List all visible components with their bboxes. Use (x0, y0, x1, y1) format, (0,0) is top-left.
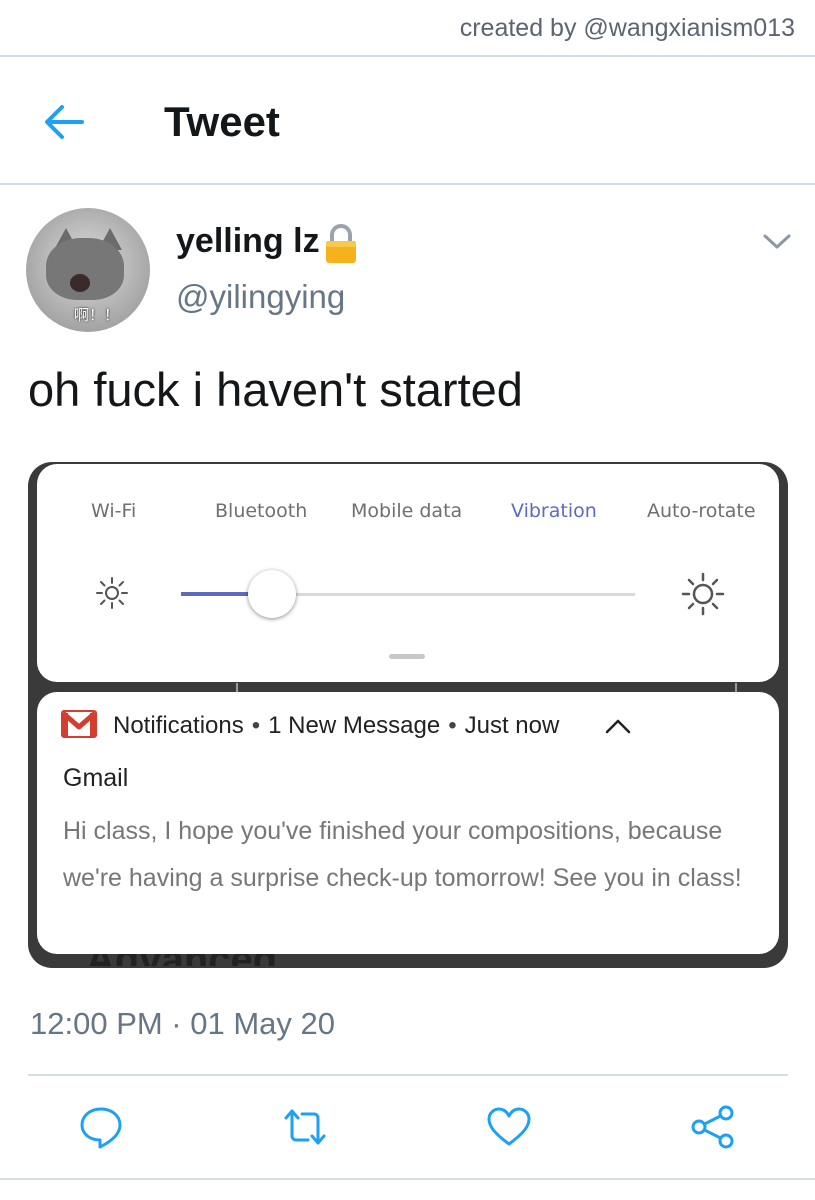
tile-mobile-data: Mobile data (351, 500, 463, 522)
notification-header: Notifications • 1 New Message • Just now (113, 712, 560, 739)
like-icon[interactable] (486, 1104, 532, 1150)
notification-title: Gmail (63, 764, 129, 792)
user-handle[interactable]: @yilingying (176, 278, 345, 316)
bottom-divider (0, 1178, 815, 1180)
brightness-slider-thumb (247, 570, 296, 618)
tile-bluetooth: Bluetooth (215, 500, 308, 522)
chevron-down-icon[interactable] (762, 232, 792, 252)
brightness-high-icon (681, 572, 725, 616)
avatar-caption: 啊！！ (74, 307, 120, 324)
display-name[interactable]: yelling lz (176, 222, 320, 261)
tweet-text: oh fuck i haven't started (28, 363, 523, 416)
tweet-timestamp: 12:00 PM · 01 May 20 (30, 1006, 335, 1041)
tile-auto-rotate: Auto-rotate (647, 500, 756, 522)
brightness-low-icon (96, 577, 128, 609)
retweet-icon[interactable] (282, 1104, 328, 1150)
gmail-icon (61, 710, 97, 738)
actions-divider (28, 1074, 788, 1076)
notification-app: Notifications (113, 712, 244, 739)
chevron-up-icon (605, 719, 631, 734)
share-icon[interactable] (690, 1104, 736, 1150)
panel-drag-handle (389, 654, 425, 659)
notification-body: Hi class, I hope you've finished your co… (63, 817, 742, 892)
notification-time: Just now (464, 712, 560, 739)
avatar[interactable]: 啊！！ (26, 208, 150, 332)
page-title: Tweet (164, 98, 280, 145)
tile-wifi: Wi-Fi (91, 500, 137, 522)
arrow-left-icon[interactable] (44, 104, 84, 140)
reply-icon[interactable] (78, 1104, 124, 1150)
gmail-notification: Notifications • 1 New Message • Just now Gma… (37, 692, 779, 954)
credit-text: created by @wangxianism013 (459, 14, 795, 42)
top-divider (0, 55, 815, 57)
header-divider (0, 183, 815, 185)
tile-vibration: Vibration (511, 500, 597, 522)
lock-icon (326, 224, 356, 263)
quick-settings-panel: Wi-Fi Bluetooth Mobile data Vibration Au… (37, 464, 779, 682)
notification-summary: 1 New Message (268, 712, 441, 739)
